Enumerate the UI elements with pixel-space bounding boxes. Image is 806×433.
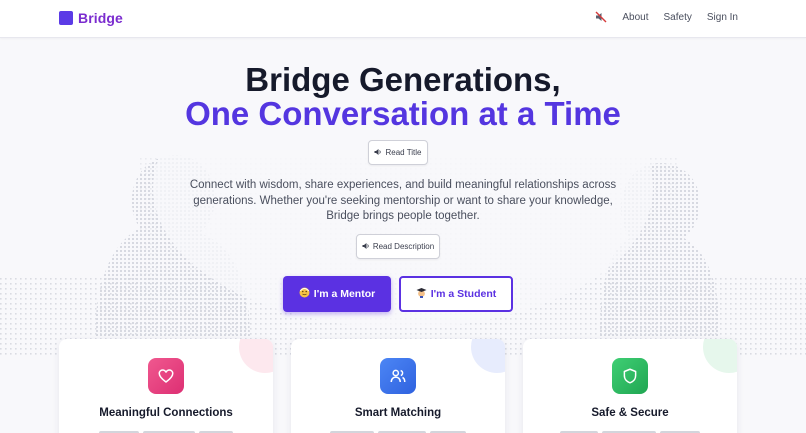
feature-title: Meaningful Connections — [99, 407, 233, 419]
nav-menu: About Safety Sign In — [595, 11, 738, 23]
nav-about[interactable]: About — [622, 12, 648, 23]
mentor-button-label: I'm a Mentor — [313, 288, 376, 300]
hero-title-line1: Bridge Generations, — [245, 61, 561, 98]
read-title-button[interactable]: Read Title — [368, 140, 428, 165]
feature-title: Smart Matching — [354, 407, 442, 419]
speaker-icon — [374, 148, 382, 158]
student-button[interactable]: I'm a Student — [399, 276, 513, 312]
speaker-icon — [362, 242, 370, 252]
card-decoration — [471, 339, 505, 373]
users-icon — [380, 358, 416, 394]
feature-card-safety: Safe & Secure — [523, 339, 737, 433]
feature-title: Safe & Secure — [591, 407, 669, 419]
brand-logo[interactable]: Bridge — [59, 8, 123, 28]
top-navbar: Bridge About Safety Sign In — [0, 0, 806, 38]
card-decoration — [703, 339, 737, 373]
hero-description: Connect with wisdom, share experiences, … — [189, 179, 617, 223]
student-emoji-icon — [416, 287, 427, 301]
feature-card-connections: Meaningful Connections — [59, 339, 273, 433]
student-button-label: I'm a Student — [430, 288, 497, 300]
nav-safety[interactable]: Safety — [664, 12, 692, 23]
brand-name: Bridge — [78, 10, 123, 26]
nav-sign-in[interactable]: Sign In — [707, 12, 738, 23]
read-description-button[interactable]: Read Description — [356, 234, 440, 259]
read-description-label: Read Description — [372, 242, 435, 251]
logo-square-icon — [59, 11, 73, 25]
hero-title: Bridge Generations, One Conversation at … — [0, 63, 806, 131]
feature-card-matching: Smart Matching — [291, 339, 505, 433]
heart-icon — [148, 358, 184, 394]
hero-title-line2: One Conversation at a Time — [185, 95, 621, 132]
older-person-emoji-icon — [299, 287, 310, 301]
shield-icon — [612, 358, 648, 394]
card-decoration — [239, 339, 273, 373]
mentor-button[interactable]: I'm a Mentor — [283, 276, 391, 312]
mute-speaker-icon[interactable] — [595, 11, 607, 23]
read-title-label: Read Title — [385, 148, 422, 157]
